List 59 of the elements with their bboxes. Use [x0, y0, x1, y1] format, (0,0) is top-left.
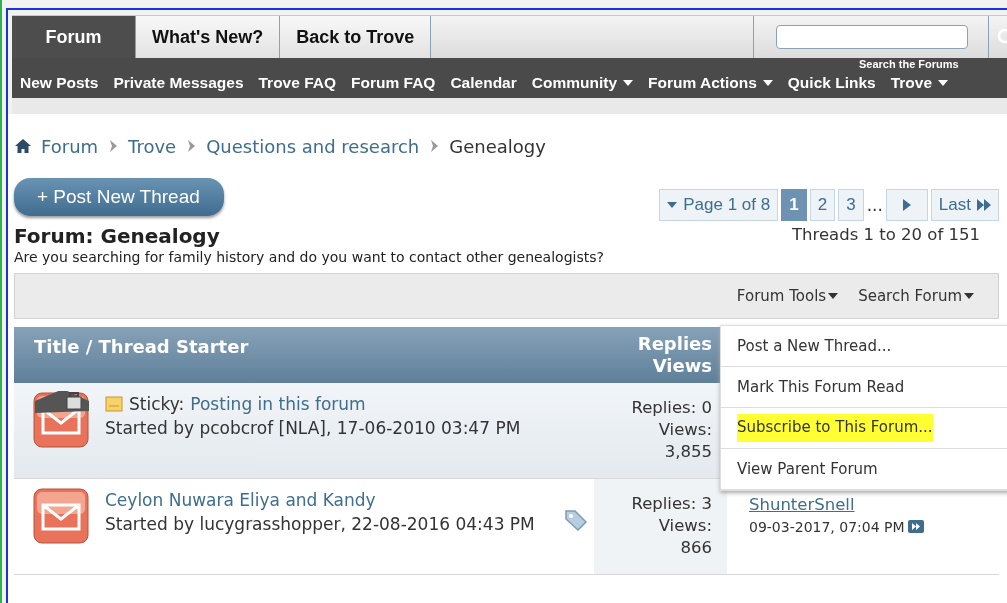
last-page-button[interactable]: Last — [930, 189, 999, 221]
ellipsis: ... — [866, 194, 883, 217]
post-thread-button[interactable]: + Post New Thread — [14, 178, 224, 216]
note-icon — [105, 396, 123, 412]
page-button[interactable]: 2 — [809, 189, 836, 221]
arrow-icon — [902, 199, 911, 211]
page-menu-button[interactable]: Page 1 of 8 — [659, 189, 779, 221]
nav-link[interactable]: New Posts — [20, 74, 99, 92]
menu-item[interactable]: Post a New Thread... — [721, 326, 1007, 367]
thread-title-link[interactable]: Posting in this forum — [190, 392, 366, 416]
caret-icon — [964, 293, 974, 299]
caret-icon — [762, 80, 773, 86]
reply-count: Replies: 3 — [630, 493, 712, 515]
menu-item[interactable]: Mark This Forum Read — [721, 367, 1007, 408]
views-label: Views: — [657, 419, 712, 441]
nav-tab[interactable]: What's New? — [136, 16, 281, 58]
user-link[interactable]: ShunterSnell — [749, 493, 999, 517]
nav-link[interactable]: Trove FAQ — [258, 74, 337, 92]
home-icon[interactable] — [14, 138, 32, 154]
column-header[interactable]: Views — [652, 355, 712, 377]
double-arrow-icon — [977, 199, 991, 211]
forum-description: Are you searching for family history and do you want to contact other genealogists? — [14, 249, 604, 265]
nav-link[interactable]: Community — [531, 74, 633, 92]
nav-link[interactable]: Forum Actions — [648, 74, 773, 92]
menu-item[interactable]: View Parent Forum — [721, 449, 1007, 490]
breadcrumb-current: Genealogy — [449, 135, 546, 157]
breadcrumb-link[interactable]: Trove — [128, 135, 177, 157]
thread-starter: Started by lucygrasshopper, 22-08-2016 04:43 PM — [105, 513, 536, 536]
search-label: Search the Forums — [859, 58, 959, 70]
view-count: 866 — [679, 537, 712, 559]
forum-title: Forum: Genealogy — [14, 224, 220, 248]
reply-count: Replies: 0 — [630, 397, 712, 419]
nav-link[interactable]: Private Messages — [113, 74, 244, 92]
last-post-date: 09-03-2017, 07:04 PM — [749, 519, 905, 535]
go-to-post-icon[interactable] — [907, 520, 924, 533]
search-field[interactable] — [776, 25, 968, 49]
caret-icon — [667, 202, 678, 208]
toolbar-menu[interactable]: Forum Tools — [736, 287, 839, 305]
caret-icon — [828, 293, 839, 299]
page-button[interactable]: 3 — [838, 189, 864, 221]
breadcrumb-link[interactable]: Forum — [41, 135, 99, 157]
thread-title-link[interactable]: Ceylon Nuwara Eliya and Kandy — [105, 488, 376, 512]
thread-starter: Started by pcobcrof [NLA], 17-06-2010 03:47 PM — [105, 417, 522, 440]
nav-tab[interactable]: Forum — [12, 16, 136, 58]
caret-icon — [938, 80, 949, 86]
view-count: 3,855 — [663, 441, 712, 463]
nav-link[interactable]: Quick Links — [787, 74, 876, 92]
caret-icon — [623, 80, 633, 86]
nav-tab[interactable]: Back to Trove — [280, 16, 432, 58]
thread-count: Threads 1 to 20 of 151 — [792, 225, 980, 244]
nav-link[interactable]: Forum FAQ — [351, 74, 436, 92]
views-label: Views: — [657, 515, 712, 537]
menu-item[interactable]: Subscribe to This Forum... — [721, 408, 1007, 449]
breadcrumb-link[interactable]: Questions and research — [206, 135, 420, 157]
sticky-label: Sticky: — [129, 393, 185, 416]
nav-link[interactable]: Calendar — [450, 74, 517, 92]
next-page-button[interactable] — [885, 189, 928, 221]
toolbar-menu[interactable]: Search Forum — [858, 287, 974, 305]
nav-link[interactable]: Trove — [890, 74, 949, 92]
